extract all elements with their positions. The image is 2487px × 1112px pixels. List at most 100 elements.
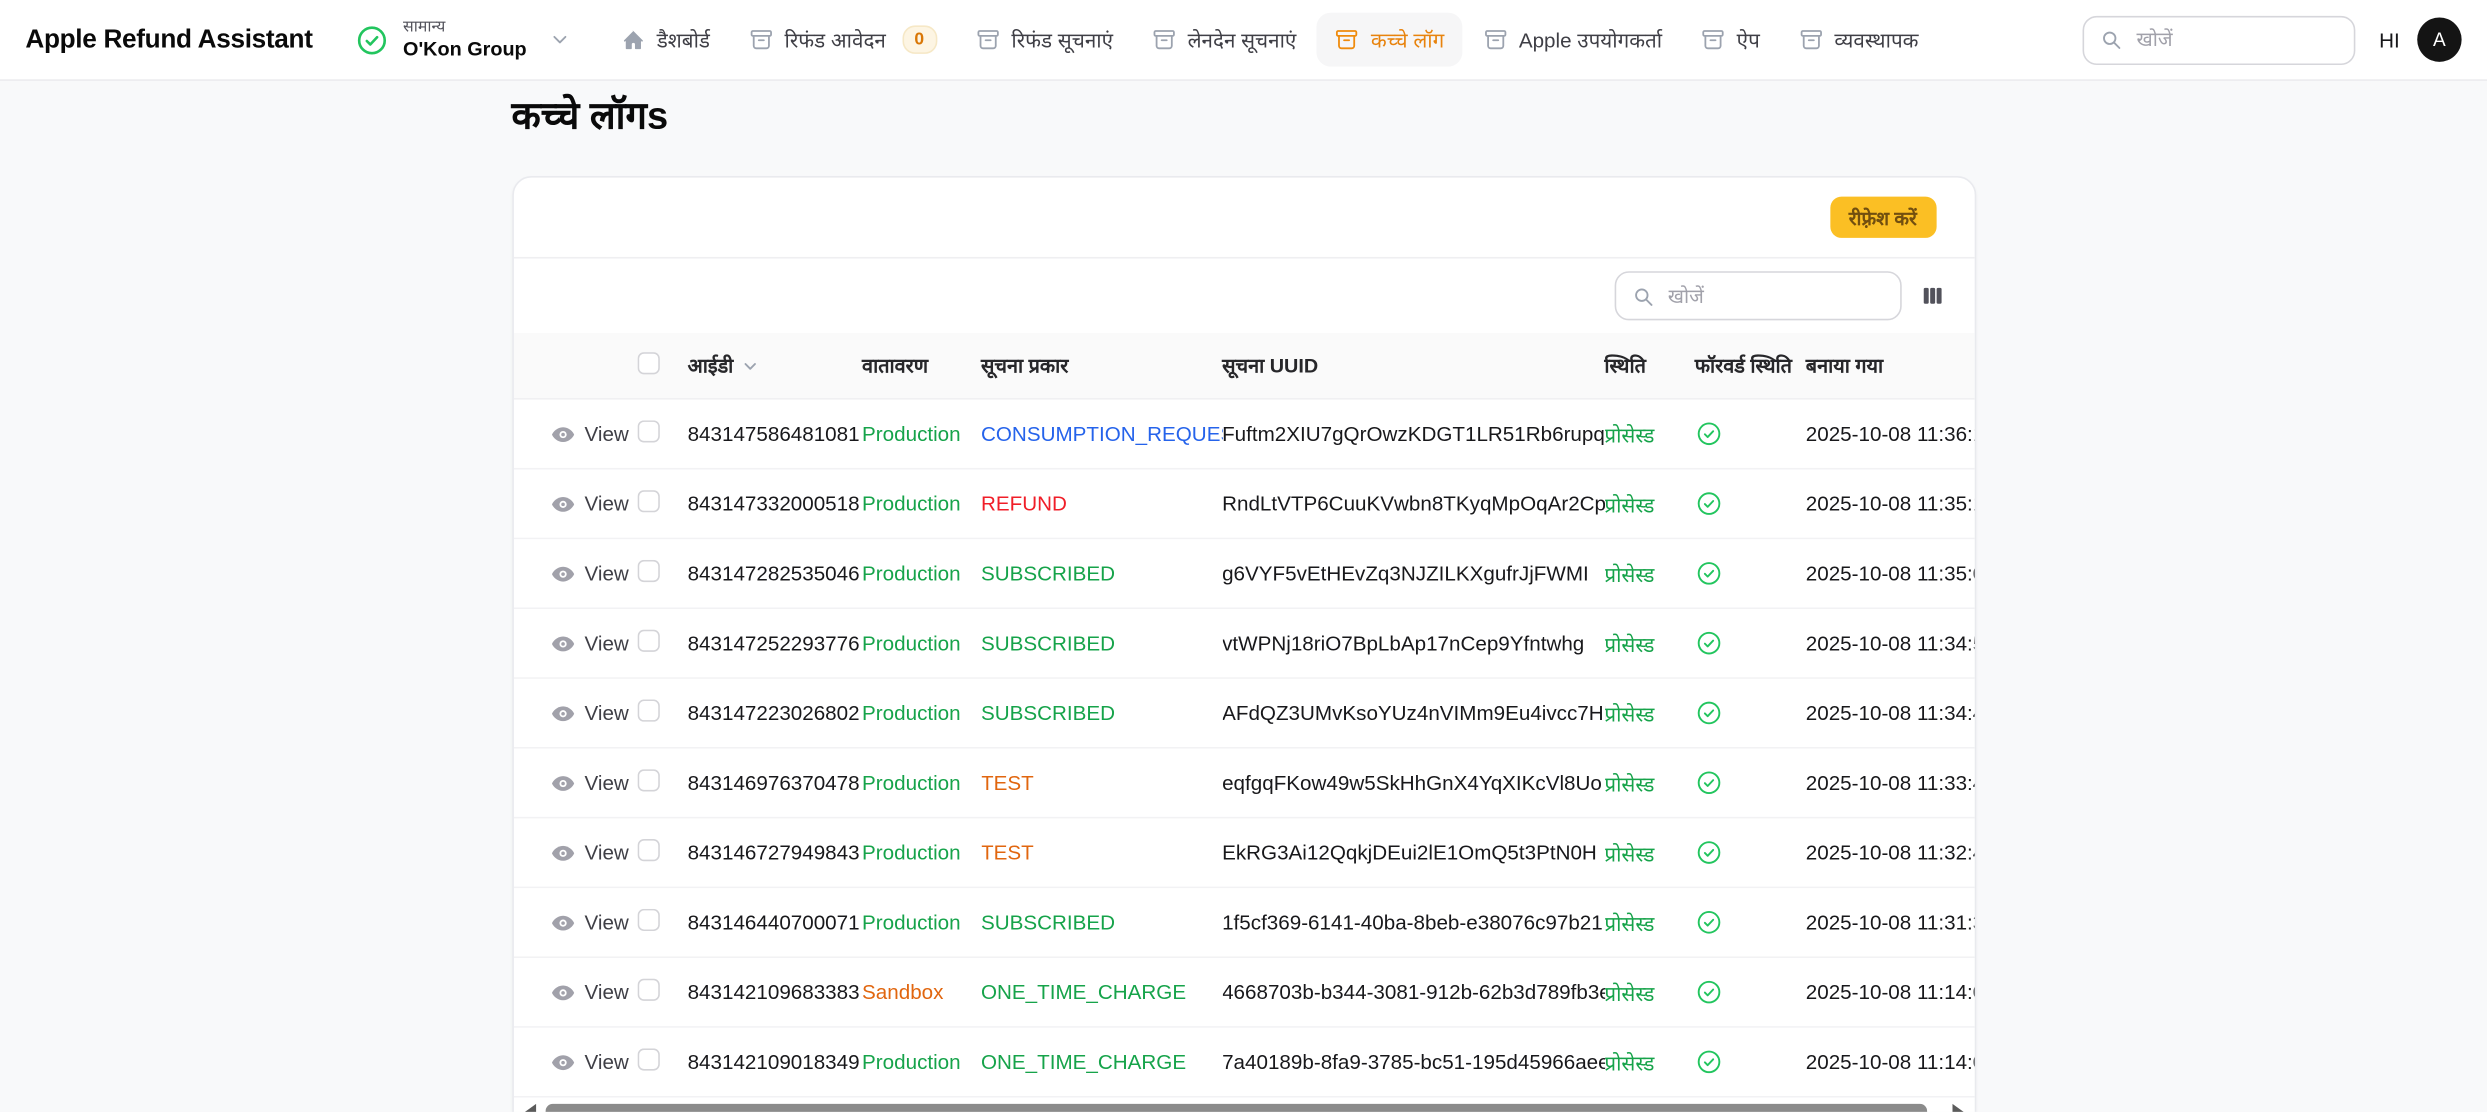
nav-count-badge: 0 [902,25,937,54]
notification-type: CONSUMPTION_REQUEST [981,422,1222,446]
nav-label: ऐप [1737,25,1760,54]
nav-item-refund-notifications[interactable]: रिफंड सूचनाएं [957,13,1130,67]
eye-icon [550,561,575,586]
row-checkbox[interactable] [637,769,659,791]
row-checkbox[interactable] [637,909,659,931]
nav-item-raw-logs[interactable]: कच्चे लॉग [1317,13,1462,67]
view-button[interactable]: View [513,838,637,867]
view-button[interactable]: View [513,420,637,449]
row-checkbox[interactable] [637,699,659,721]
nav-label: Apple उपयोगकर्ता [1519,25,1662,54]
check-circle-icon [1695,560,1722,587]
created-at: 2025-10-08 11:35:16 [1806,492,1974,516]
status: प्रोसेस्ड [1604,1048,1694,1077]
scroll-thumb[interactable] [545,1104,1926,1112]
table-search [1614,271,1901,320]
check-circle-icon [1695,699,1722,726]
scroll-right-arrow[interactable] [1952,1104,1963,1112]
log-id: 843146727949843 [688,841,862,865]
forward-status [1695,769,1806,796]
table-row: View 843147282535046 Production SUBSCRIB… [513,539,1974,609]
notification-type: SUBSCRIBED [981,910,1222,934]
view-button[interactable]: View [513,768,637,797]
archive-box-icon [1334,27,1359,52]
view-button[interactable]: View [513,559,637,588]
avatar[interactable]: A [2417,17,2461,61]
created-at: 2025-10-08 11:35:04 [1806,561,1974,585]
tenant-type-label: सामान्य [403,18,445,37]
nav-label: रिफंड सूचनाएं [1011,25,1113,54]
status: प्रोसेस्ड [1604,420,1694,449]
view-button[interactable]: View [513,629,637,658]
topbar-right: HI A [2083,15,2462,64]
view-button[interactable]: View [513,699,637,728]
app-window: Apple Refund Assistant सामान्य O'Kon Gro… [0,0,2487,1112]
main-content: कच्चे लॉगs रीफ़्रेश करें आईडी [512,94,1976,1112]
row-checkbox[interactable] [637,490,659,512]
table-search-input[interactable] [1665,283,1884,308]
status: प्रोसेस्ड [1604,838,1694,867]
view-button-label: View [584,422,628,446]
checkbox-cell [637,1048,688,1075]
table-row: View 843147252293776 Production SUBSCRIB… [513,609,1974,679]
archive-box-icon [1482,27,1507,52]
check-circle-icon [1695,630,1722,657]
status: प्रोसेस्ड [1604,699,1694,728]
tenant-switcher[interactable]: सामान्य O'Kon Group [355,18,571,61]
notification-type: ONE_TIME_CHARGE [981,980,1222,1004]
row-checkbox[interactable] [637,979,659,1001]
view-button-label: View [584,492,628,516]
logs-table-card: रीफ़्रेश करें आईडी वातावरण [512,176,1976,1112]
created-at: 2025-10-08 11:14:01 [1806,980,1974,1004]
forward-status [1695,839,1806,866]
log-id: 843146440700071 [688,910,862,934]
log-id: 843142109018349 [688,1050,862,1074]
environment: Production [862,701,981,725]
row-checkbox[interactable] [637,839,659,861]
status: प्रोसेस्ड [1604,559,1694,588]
global-search-input[interactable] [2133,27,2338,52]
check-circle-icon [1695,909,1722,936]
nav-item-refund-applications[interactable]: रिफंड आवेदन 0 [731,12,955,66]
scroll-left-arrow[interactable] [524,1104,535,1112]
log-id: 843146976370478 [688,771,862,795]
view-button[interactable]: View [513,978,637,1007]
header-notification-type: सूचना प्रकार [981,352,1222,379]
header-created: बनाया गया [1806,352,1974,379]
archive-box-icon [975,27,1000,52]
column-toggle-button[interactable] [1920,284,1944,308]
checkbox-cell [637,630,688,657]
view-button[interactable]: View [513,489,637,518]
nav-item-admin[interactable]: व्यवस्थापक [1780,13,1936,67]
row-checkbox[interactable] [637,1048,659,1070]
eye-icon [550,421,575,446]
table-row: View 843146727949843 Production TEST EkR… [513,818,1974,888]
created-at: 2025-10-08 11:32:49 [1806,841,1974,865]
nav-item-dashboard[interactable]: डैशबोर्ड [603,13,728,67]
view-button[interactable]: View [513,908,637,937]
row-checkbox[interactable] [637,560,659,582]
nav-item-transaction-notifications[interactable]: लेनदेन सूचनाएं [1134,13,1314,67]
refresh-button[interactable]: रीफ़्रेश करें [1830,197,1936,238]
nav-item-apple-users[interactable]: Apple उपयोगकर्ता [1465,13,1680,67]
log-id: 843147252293776 [688,631,862,655]
environment: Production [862,631,981,655]
header-id[interactable]: आईडी [688,352,862,379]
view-button-label: View [584,980,628,1004]
view-button[interactable]: View [513,1048,637,1077]
status: प्रोसेस्ड [1604,908,1694,937]
language-toggle[interactable]: HI [2379,28,2400,52]
created-at: 2025-10-08 11:31:38 [1806,910,1974,934]
table-header-row: आईडी वातावरण सूचना प्रकार सूचना UUID स्थ… [513,333,1974,400]
log-id: 843147586481081 [688,422,862,446]
page-title: कच्चे लॉगs [512,94,1976,142]
notification-type: SUBSCRIBED [981,631,1222,655]
notification-type: SUBSCRIBED [981,561,1222,585]
view-button-label: View [584,910,628,934]
row-checkbox[interactable] [637,420,659,442]
select-all-checkbox[interactable] [637,352,659,374]
view-columns-icon [1920,284,1944,308]
row-checkbox[interactable] [637,630,659,652]
created-at: 2025-10-08 11:34:49 [1806,701,1974,725]
nav-item-apps[interactable]: ऐप [1683,13,1777,67]
